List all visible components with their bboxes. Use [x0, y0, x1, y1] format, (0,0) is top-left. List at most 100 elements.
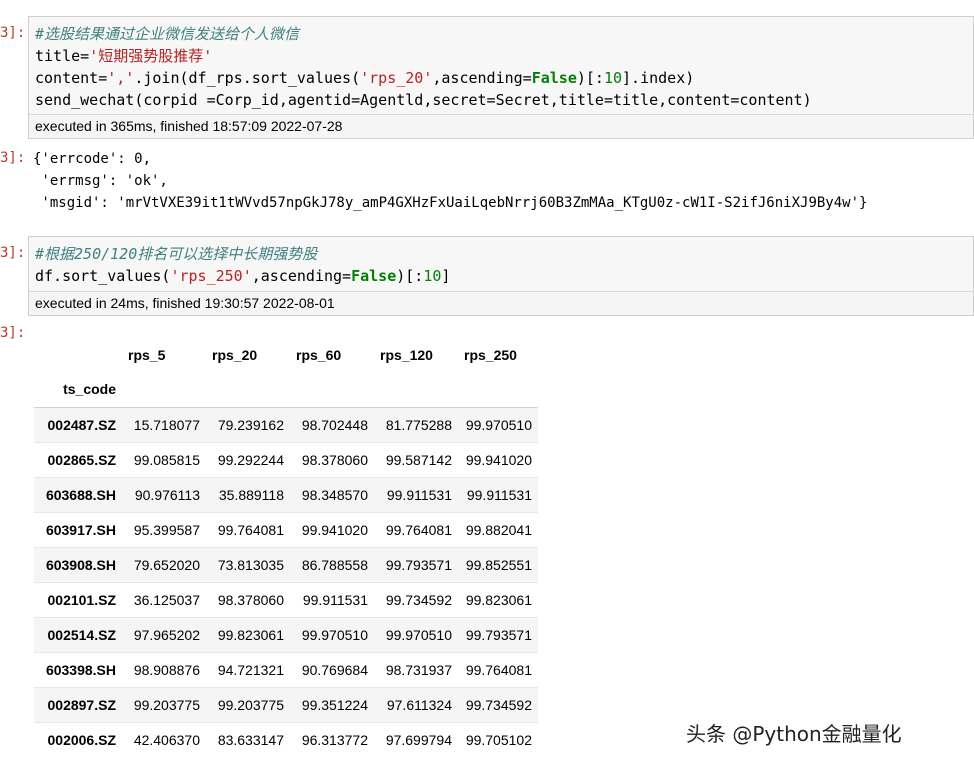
table-cell: 99.292244: [217, 451, 284, 468]
index-name-row: ts_code: [34, 372, 538, 407]
code-token: ]: [441, 267, 451, 285]
table-cell: 99.823061: [217, 626, 284, 643]
row-index: 002006.SZ: [47, 731, 117, 748]
table-cell: 97.699794: [385, 731, 452, 748]
table-cell: 98.908876: [133, 661, 200, 678]
table-cell: 99.852551: [465, 556, 532, 573]
table-row: 002487.SZ 15.718077 79.239162 98.702448 81.7…: [34, 407, 538, 442]
table-cell: 36.125037: [133, 591, 200, 608]
table-cell: 99.941020: [465, 451, 532, 468]
code-token: title=: [35, 47, 90, 65]
output-prompt: 3]:: [0, 325, 26, 341]
output-line: 'errmsg': 'ok',: [33, 173, 168, 189]
table-cell: 99.970510: [385, 626, 452, 643]
code-token: ,ascending=: [251, 267, 352, 285]
dataframe-table: rps_5 rps_20 rps_60 rps_120 rps_250 ts_c…: [34, 337, 538, 757]
table-cell: 83.633147: [217, 731, 284, 748]
table-cell: 99.793571: [465, 626, 532, 643]
column-header: rps_60: [296, 346, 342, 363]
code-string: ',': [107, 69, 135, 87]
code-token: ,ascending=: [432, 69, 532, 87]
column-header: rps_5: [128, 346, 166, 363]
code-cell-input[interactable]: #根据250/120排名可以选择中长期强势股 df.sort_values('r…: [28, 236, 974, 316]
table-row: 603917.SH 95.399587 99.764081 99.941020 99.7…: [34, 512, 538, 547]
table-cell: 99.882041: [465, 521, 532, 538]
table-cell: 90.769684: [301, 661, 368, 678]
execution-info: executed in 24ms, finished 19:30:57 2022…: [29, 291, 973, 315]
row-index: 002865.SZ: [47, 451, 117, 468]
table-cell: 73.813035: [217, 556, 284, 573]
code-editor[interactable]: #选股结果通过企业微信发送给个人微信 title='短期强势股推荐' conte…: [29, 17, 973, 111]
table-row: 603398.SH 98.908876 94.721321 90.769684 98.7…: [34, 652, 538, 687]
code-keyword: False: [531, 69, 577, 87]
column-header: rps_120: [380, 346, 433, 363]
table-cell: 15.718077: [133, 416, 200, 433]
index-corner: [34, 337, 122, 372]
table-cell: 99.911531: [302, 591, 368, 608]
cell-prompt: 3]:: [0, 245, 26, 261]
output-line: 'msgid': 'mrVtVXE39it1tWVvd57npGkJ78y_am…: [33, 195, 868, 211]
table-cell: 98.731937: [385, 661, 452, 678]
table-row: 002514.SZ 97.965202 99.823061 99.970510 99.9…: [34, 617, 538, 652]
table-cell: 99.734592: [465, 696, 532, 713]
row-index: 603917.SH: [45, 521, 116, 538]
table-cell: 98.702448: [301, 416, 368, 433]
table-cell: 79.652020: [133, 556, 200, 573]
table-cell: 99.764081: [217, 521, 284, 538]
table-cell: 99.823061: [465, 591, 532, 608]
table-cell: 99.203775: [133, 696, 200, 713]
code-token: ].index): [622, 69, 695, 87]
index-name: ts_code: [63, 381, 116, 398]
table-row: 603908.SH 79.652020 73.813035 86.788558 99.7…: [34, 547, 538, 582]
table-body: 002487.SZ 15.718077 79.239162 98.702448 81.7…: [34, 407, 538, 757]
code-token: .join(df_rps.sort_values(: [134, 69, 361, 87]
row-index: 603398.SH: [45, 661, 116, 678]
table-cell: 99.085815: [133, 451, 200, 468]
row-index: 002514.SZ: [47, 626, 117, 643]
output-line: {'errcode': 0,: [33, 151, 152, 167]
code-token: )[:: [396, 267, 424, 285]
table-cell: 99.764081: [465, 661, 532, 678]
table-cell: 99.351224: [301, 696, 368, 713]
row-index: 603908.SH: [45, 556, 116, 573]
table-cell: 99.911531: [466, 486, 532, 503]
code-cell-input[interactable]: #选股结果通过企业微信发送给个人微信 title='短期强势股推荐' conte…: [28, 16, 974, 139]
table-cell: 86.788558: [301, 556, 368, 573]
output-area: {'errcode': 0, 'errmsg': 'ok', 'msgid': …: [33, 148, 867, 214]
table-cell: 81.775288: [385, 416, 452, 433]
table-cell: 79.239162: [217, 416, 284, 433]
code-number: 10: [603, 69, 623, 87]
table-row: 002897.SZ 99.203775 99.203775 99.351224 97.6…: [34, 687, 538, 722]
output-prompt: 3]:: [0, 150, 26, 166]
table-cell: 98.378060: [301, 451, 368, 468]
column-header: rps_20: [212, 346, 258, 363]
table-row: 603688.SH 90.976113 35.889118 98.348570 99.9…: [34, 477, 538, 512]
code-keyword: False: [351, 267, 397, 285]
table-cell: 98.378060: [217, 591, 284, 608]
table-cell: 99.764081: [385, 521, 452, 538]
watermark: 头条 @Python金融量化: [686, 722, 902, 746]
table-header-row: rps_5 rps_20 rps_60 rps_120 rps_250: [34, 337, 538, 372]
table-row: 002865.SZ 99.085815 99.292244 98.378060 99.5…: [34, 442, 538, 477]
code-token: send_wechat(corpid =Corp_id,agentid=Agen…: [35, 91, 812, 109]
table-row: 002101.SZ 36.125037 98.378060 99.911531 99.7…: [34, 582, 538, 617]
table-cell: 98.348570: [301, 486, 368, 503]
table-cell: 97.965202: [133, 626, 200, 643]
execution-info: executed in 365ms, finished 18:57:09 202…: [29, 114, 973, 138]
table-cell: 96.313772: [301, 731, 368, 748]
code-editor[interactable]: #根据250/120排名可以选择中长期强势股 df.sort_values('r…: [29, 237, 973, 287]
row-index: 002101.SZ: [47, 591, 117, 608]
table-cell: 99.970510: [301, 626, 368, 643]
table-row: 002006.SZ 42.406370 83.633147 96.313772 97.6…: [34, 722, 538, 757]
row-index: 002897.SZ: [47, 696, 117, 713]
table-cell: 99.734592: [385, 591, 452, 608]
code-string: '短期强势股推荐': [89, 47, 213, 65]
code-token: df.sort_values(: [35, 267, 171, 285]
table-cell: 99.793571: [385, 556, 452, 573]
column-header: rps_250: [464, 346, 517, 363]
table-cell: 99.970510: [465, 416, 532, 433]
table-cell: 97.611324: [386, 696, 452, 713]
code-token: content=: [35, 69, 108, 87]
row-index: 603688.SH: [45, 486, 116, 503]
code-string: 'rps_20': [360, 69, 433, 87]
